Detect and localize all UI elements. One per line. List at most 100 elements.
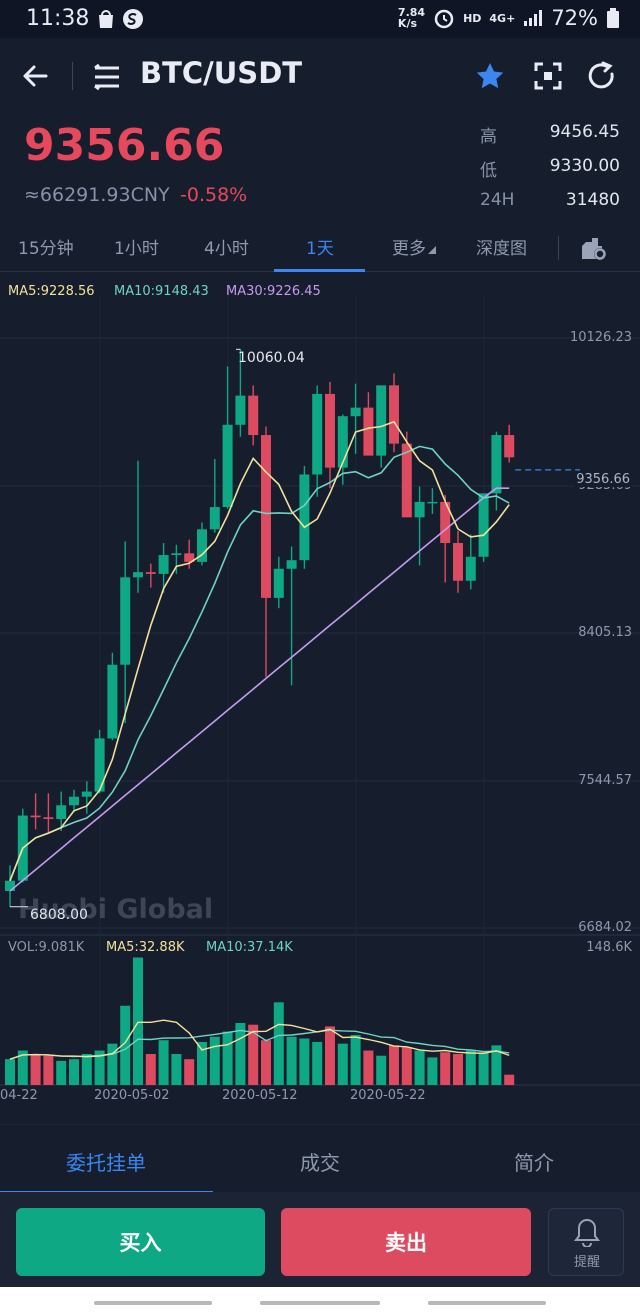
nav-gesture-home[interactable]: [260, 1301, 380, 1305]
stat-low: 低 9330.00: [480, 156, 620, 190]
tab-1hour[interactable]: 1小时: [114, 234, 159, 259]
system-nav-bar: [0, 1287, 640, 1315]
chart-settings-icon[interactable]: [578, 232, 610, 264]
legend-ma5: MA5:9228.56: [8, 284, 95, 299]
stat-low-label: 低: [480, 161, 497, 181]
current-price-tag: 9356.66: [574, 472, 632, 487]
ma5-line: [9, 420, 510, 881]
date-label-3: 2020-05-12: [222, 1088, 298, 1103]
shopping-bag-icon: [99, 10, 113, 28]
tab-divider: [558, 236, 559, 260]
nav-bar: BTC/USDT: [0, 38, 640, 116]
status-bar: 11:38 7.84 K/s HD 4G+ 72%: [0, 0, 640, 38]
candle-body: [453, 543, 463, 581]
ma30-line: [9, 487, 510, 892]
candle-body: [273, 568, 284, 598]
candle-body: [30, 815, 41, 818]
network-type: 4G+: [489, 11, 516, 25]
bell-icon: [574, 1218, 600, 1247]
candle-body: [299, 474, 310, 561]
volume-bar: [312, 1041, 323, 1085]
volume-bar: [286, 1036, 297, 1085]
volume-bar: [414, 1050, 425, 1085]
date-label-4: 2020-05-22: [350, 1088, 426, 1103]
volume-bar: [30, 1053, 41, 1085]
nav-gesture-left[interactable]: [94, 1301, 212, 1305]
volume-bar: [158, 1040, 169, 1085]
bottom-tabs: 委托挂单 成交 简介: [0, 1124, 640, 1194]
tab-4hour[interactable]: 4小时: [204, 234, 249, 259]
date-label-1: 04-22: [0, 1088, 38, 1103]
status-right-icons: 7.84 K/s HD 4G+ 72%: [398, 6, 620, 30]
candle-body: [235, 395, 246, 425]
tab-open-orders[interactable]: 委托挂单: [66, 1147, 146, 1176]
price-alert-label: 提醒: [573, 1255, 600, 1270]
favorite-star-icon[interactable]: [474, 60, 506, 92]
volume-bar: [133, 957, 143, 1085]
volume-bar: [325, 1026, 335, 1085]
candle-body: [133, 572, 143, 578]
legend-vol-ma5: MA5:32.88K: [106, 940, 185, 955]
price-alert-button[interactable]: 提醒: [548, 1208, 624, 1276]
candle-body: [504, 435, 515, 458]
candle-body: [325, 393, 335, 468]
tab-intro[interactable]: 简介: [514, 1147, 554, 1176]
stat-high-label: 高: [480, 127, 497, 147]
candle-body: [145, 572, 156, 574]
candle-body: [363, 407, 374, 456]
volume-bar: [261, 1040, 271, 1085]
interval-tabs: 15分钟 1小时 4小时 1天 更多 深度图: [0, 226, 640, 272]
candle-body: [286, 560, 297, 569]
volume-bar: [453, 1053, 463, 1085]
volume-bar: [376, 1055, 387, 1085]
volume-ma5-line: [9, 1019, 510, 1060]
alarm-icon: [434, 9, 454, 29]
refresh-icon[interactable]: [586, 60, 618, 92]
candle-body: [81, 791, 92, 797]
candle-body: [5, 880, 15, 891]
candle-body: [56, 805, 67, 819]
nav-divider: [72, 62, 73, 90]
volume-bar: [389, 1045, 399, 1085]
tab-more[interactable]: 更多: [392, 234, 436, 259]
battery-icon: [607, 8, 619, 28]
tab-1day[interactable]: 1天: [306, 234, 334, 259]
candle-body: [401, 443, 412, 518]
candle-body: [158, 555, 169, 574]
sell-button[interactable]: 卖出: [281, 1208, 531, 1276]
volume-bar: [43, 1055, 54, 1085]
high-marker: 10060.04: [238, 350, 305, 366]
candle-body: [350, 407, 361, 417]
last-price: 9356.66: [24, 120, 225, 171]
candle-body: [69, 796, 79, 806]
pair-title[interactable]: BTC/USDT: [140, 56, 302, 90]
buy-button[interactable]: 买入: [16, 1208, 265, 1276]
stat-24h-label: 24H: [480, 190, 515, 210]
back-arrow-icon[interactable]: [20, 60, 52, 92]
volume-bar: [235, 1022, 246, 1085]
net-speed-unit: K/s: [397, 17, 418, 30]
volume-bar: [478, 1052, 489, 1085]
tab-trades[interactable]: 成交: [300, 1147, 340, 1176]
kline-chart[interactable]: MA5:9228.56 MA10:9148.43 MA30:9226.45 10…: [0, 272, 640, 1107]
action-bar: 买入 卖出 提醒: [0, 1192, 640, 1287]
legend-volume: VOL:9.081K: [8, 940, 85, 955]
legend-vol-ma10: MA10:37.14K: [206, 940, 293, 955]
volume-bar: [337, 1043, 348, 1085]
candle-body: [427, 501, 438, 504]
fullscreen-icon[interactable]: [532, 60, 564, 92]
volume-bar: [5, 1059, 15, 1085]
tab-depth[interactable]: 深度图: [476, 234, 527, 259]
tab-more-label: 更多: [392, 239, 426, 259]
pair-list-icon[interactable]: [92, 62, 122, 92]
candle-body: [120, 577, 131, 665]
nav-gesture-right[interactable]: [428, 1301, 546, 1305]
volume-bar: [273, 1002, 284, 1085]
axis-price-4: 7544.57: [578, 773, 632, 788]
tab-15min[interactable]: 15分钟: [18, 234, 74, 259]
watermark-logo: Huobi Global: [18, 894, 214, 925]
candle-body: [261, 435, 271, 598]
price-cny: ≈66291.93CNY: [24, 184, 170, 206]
volume-bar: [56, 1060, 67, 1085]
stat-high-value: 9456.45: [549, 122, 620, 142]
